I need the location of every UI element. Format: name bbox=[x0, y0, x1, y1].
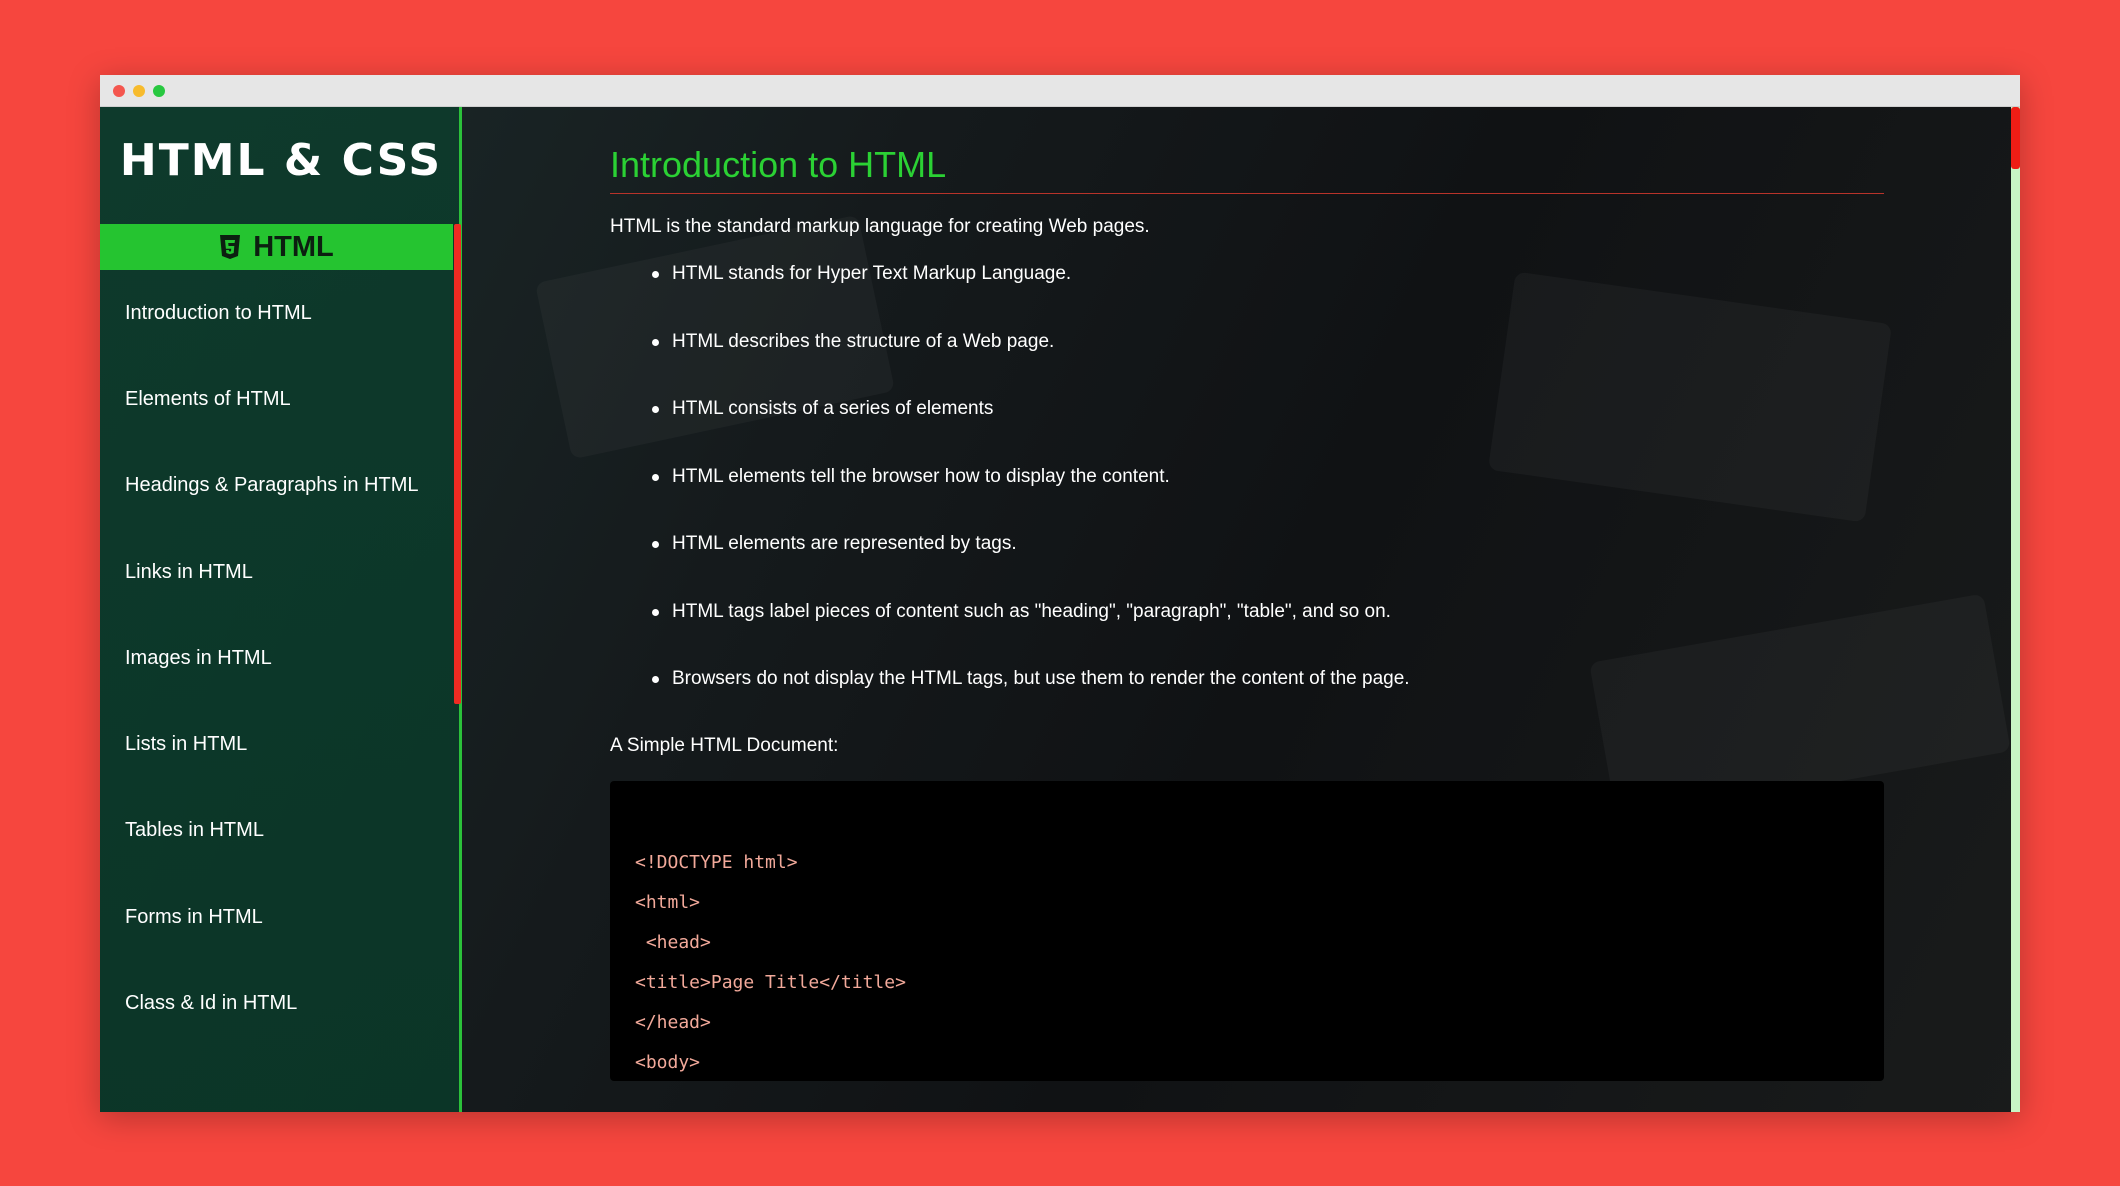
list-item: HTML tags label pieces of content such a… bbox=[652, 600, 1884, 668]
code-line: <title>Page Title</title> bbox=[635, 971, 906, 993]
sidebar-item-forms[interactable]: Forms in HTML bbox=[100, 874, 452, 960]
list-item: HTML describes the structure of a Web pa… bbox=[652, 330, 1884, 398]
page-scrollbar[interactable] bbox=[2011, 107, 2020, 1112]
main-content: Introduction to HTML HTML is the standar… bbox=[610, 143, 1884, 1081]
list-item: HTML elements tell the browser how to di… bbox=[652, 465, 1884, 533]
sidebar-item-headings-paragraphs[interactable]: Headings & Paragraphs in HTML bbox=[100, 443, 452, 529]
bullet-list: HTML stands for Hyper Text Markup Langua… bbox=[610, 262, 1884, 735]
list-item: HTML stands for Hyper Text Markup Langua… bbox=[652, 262, 1884, 330]
minimize-window-button[interactable] bbox=[133, 85, 145, 97]
sidebar-item-elements[interactable]: Elements of HTML bbox=[100, 356, 452, 442]
page-scrollbar-thumb[interactable] bbox=[2011, 107, 2020, 169]
list-item: HTML consists of a series of elements bbox=[652, 397, 1884, 465]
code-line: <html> bbox=[635, 891, 701, 913]
html5-icon bbox=[220, 235, 241, 259]
sidebar-nav: Introduction to HTML Elements of HTML He… bbox=[100, 270, 452, 1047]
sidebar-item-images[interactable]: Images in HTML bbox=[100, 615, 452, 701]
sidebar-item-links[interactable]: Links in HTML bbox=[100, 529, 452, 615]
app-viewport: HTML & CSS HTML Introduction to HTML Ele… bbox=[100, 107, 2020, 1112]
browser-window: HTML & CSS HTML Introduction to HTML Ele… bbox=[100, 75, 2020, 1112]
sidebar: HTML & CSS HTML Introduction to HTML Ele… bbox=[100, 107, 462, 1112]
page-title: Introduction to HTML bbox=[610, 143, 1884, 194]
intro-paragraph: HTML is the standard markup language for… bbox=[610, 216, 1150, 237]
window-titlebar bbox=[100, 75, 2020, 107]
code-line: <head> bbox=[635, 931, 711, 953]
code-line: <body> bbox=[635, 1051, 701, 1073]
section-header-html[interactable]: HTML bbox=[100, 224, 453, 270]
list-item: Browsers do not display the HTML tags, b… bbox=[652, 667, 1884, 735]
code-line: </head> bbox=[635, 1011, 711, 1033]
app-title: HTML & CSS bbox=[119, 135, 443, 186]
close-window-button[interactable] bbox=[113, 85, 125, 97]
code-example-label: A Simple HTML Document: bbox=[610, 734, 839, 756]
maximize-window-button[interactable] bbox=[153, 85, 165, 97]
sidebar-item-class-id[interactable]: Class & Id in HTML bbox=[100, 960, 452, 1046]
sidebar-item-introduction[interactable]: Introduction to HTML bbox=[100, 270, 452, 356]
sidebar-item-lists[interactable]: Lists in HTML bbox=[100, 701, 452, 787]
list-item: HTML elements are represented by tags. bbox=[652, 532, 1884, 600]
code-line: <!DOCTYPE html> bbox=[635, 851, 798, 873]
sidebar-scrollbar[interactable] bbox=[454, 224, 461, 704]
code-block: <!DOCTYPE html> <html> <head> <title>Pag… bbox=[610, 780, 1884, 1081]
sidebar-item-tables[interactable]: Tables in HTML bbox=[100, 788, 452, 874]
section-header-label: HTML bbox=[253, 230, 334, 263]
